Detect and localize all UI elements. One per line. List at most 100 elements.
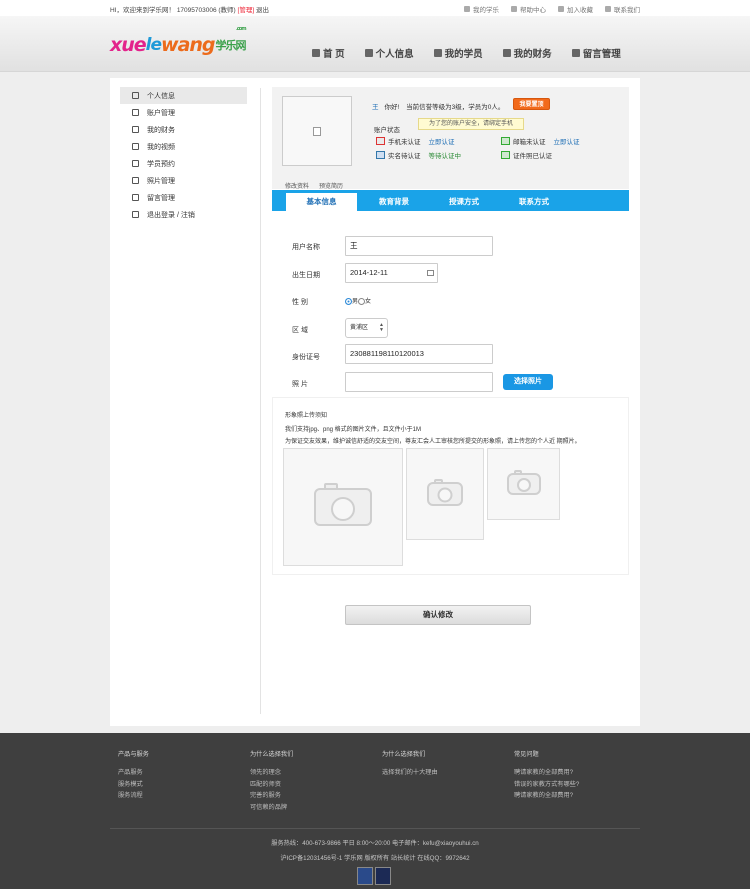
top-link-bookmark[interactable]: 加入收藏 — [558, 4, 593, 14]
idphoto-verify-icon — [501, 151, 510, 159]
level-text: 当前信誉等级为3级，学员为0人。 — [406, 104, 505, 111]
footer-link[interactable]: 错误的家教方式有哪些? — [514, 779, 579, 791]
footer-link[interactable]: 聘请家教的全部费用? — [514, 790, 579, 802]
photo-path-input[interactable] — [345, 372, 493, 392]
security-badge-icon[interactable] — [357, 867, 373, 885]
top-link-help[interactable]: 帮助中心 — [511, 4, 546, 14]
birth-date-input[interactable]: 2014-12-11 — [345, 263, 438, 283]
video-icon — [132, 143, 139, 150]
sidebar-item-messages[interactable]: 留言管理 — [120, 189, 247, 206]
phone-verification: 手机未认证 立即认证 — [376, 136, 455, 146]
username: 王 — [372, 104, 379, 111]
top-bar: HI，欢迎来到学乐网！ 17095703006 (教师) [管理] 退出 我的学… — [0, 0, 750, 16]
top-link-contact[interactable]: 联系我们 — [605, 4, 640, 14]
students-icon — [132, 160, 139, 167]
sidebar-item-photos[interactable]: 照片管理 — [120, 172, 247, 189]
site-logo[interactable]: xue le wang 学乐网 .com — [110, 26, 247, 60]
gender-female-radio[interactable] — [358, 297, 366, 305]
nav-home[interactable]: 首 页 — [312, 46, 345, 60]
camera-icon — [314, 483, 372, 526]
sidebar-item-appointments[interactable]: 学员预约 — [120, 155, 247, 172]
footer-link[interactable]: 服务模式 — [118, 779, 149, 791]
photo-upload-section: 形象照上传须知 我们支持jpg、png 格式的图片文件，且文件小于1M 为保证交… — [272, 397, 629, 575]
footer-link[interactable]: 可信赖的品牌 — [250, 802, 293, 814]
pencil-icon — [132, 126, 139, 133]
photo-label: 照 片 — [292, 381, 308, 388]
gender-options: 男女 — [345, 296, 371, 305]
realname-pending-status: 等待认证中 — [428, 153, 462, 160]
users-icon — [433, 49, 442, 57]
message-icon — [571, 49, 580, 57]
region-select[interactable]: 黄浦区 ▲ ▼ — [345, 318, 388, 338]
email-verify-icon — [501, 137, 510, 145]
realname-verification: 实名待认证 等待认证中 — [376, 150, 461, 160]
site-header: xue le wang 学乐网 .com 首 页 个人信息 我的学员 我的财务 留言管… — [0, 16, 750, 72]
footer-link[interactable]: 完善的服务 — [250, 790, 293, 802]
greeting-line: 王你好! 当前信誉等级为3级，学员为0人。 — [372, 101, 504, 111]
confirm-modify-button[interactable]: 确认修改 — [345, 605, 531, 625]
footer-divider — [110, 828, 640, 829]
photo-preview-medium — [406, 448, 484, 540]
profile-summary: 修改资料 预览简历 王你好! 当前信誉等级为3级，学员为0人。 我要置顶 账户状… — [272, 87, 629, 190]
help-icon — [511, 6, 517, 12]
nav-profile[interactable]: 个人信息 — [364, 46, 414, 60]
footer-link[interactable]: 领先的理念 — [250, 767, 293, 779]
envelope-icon — [132, 194, 139, 201]
choose-photo-button[interactable]: 选择照片 — [503, 374, 553, 390]
nav-students[interactable]: 我的学员 — [433, 46, 483, 60]
tab-contact[interactable]: 联系方式 — [504, 193, 564, 211]
sidebar-divider — [260, 88, 261, 714]
id-number-input[interactable]: 230881198110120013 — [345, 344, 493, 364]
photo-icon — [132, 177, 139, 184]
top-up-button[interactable]: 我要置顶 — [513, 98, 550, 110]
footer-col-faq: 常见问题 聘请家教的全部费用? 错误的家教方式有哪些? 聘请家教的全部费用? — [514, 749, 579, 802]
gender-male-radio[interactable] — [345, 297, 352, 305]
chevron-updown-icon: ▲ ▼ — [379, 322, 384, 333]
avatar[interactable] — [282, 96, 352, 166]
verify-phone-link[interactable]: 立即认证 — [429, 136, 455, 146]
verify-email-link[interactable]: 立即认证 — [554, 136, 580, 146]
footer-link[interactable]: 选择我们的十大理由 — [382, 767, 438, 779]
footer-link[interactable]: 匹配的师资 — [250, 779, 293, 791]
name-input[interactable]: 王 — [345, 236, 493, 256]
camera-icon — [427, 479, 463, 506]
sidebar-item-account[interactable]: 账户管理 — [120, 104, 247, 121]
nav-messages[interactable]: 留言管理 — [571, 46, 621, 60]
trust-badge-icon[interactable] — [375, 867, 391, 885]
footer-link[interactable]: 聘请家教的全部费用? — [514, 767, 579, 779]
tab-teaching-method[interactable]: 授课方式 — [434, 193, 494, 211]
phone-icon — [605, 6, 611, 12]
sidebar-item-videos[interactable]: 我的视频 — [120, 138, 247, 155]
edit-profile-link[interactable]: 修改资料 — [285, 181, 309, 190]
admin-link[interactable]: [管理] — [238, 7, 255, 14]
realname-verify-icon — [376, 151, 385, 159]
account-icon — [132, 109, 139, 116]
sidebar-item-profile[interactable]: 个人信息 — [120, 87, 247, 104]
tab-education[interactable]: 教育背景 — [364, 193, 424, 211]
nav-finance[interactable]: 我的财务 — [502, 46, 552, 60]
preview-resume-link[interactable]: 预览简历 — [319, 181, 343, 190]
upload-format-note: 我们支持jpg、png 格式的图片文件，且文件小于1M — [285, 427, 422, 433]
phone-verify-icon — [376, 137, 385, 145]
footer-service-line: 服务热线：400-673-9866 平日 8:00～20:00 电子邮件：kef… — [271, 840, 479, 847]
upload-review-note: 为保证交友效果，维护诚信舒适的交友空间，尊友汇会人工审核您所提交的形象照，请上传… — [285, 439, 581, 445]
footer-link[interactable]: 产品服务 — [118, 767, 149, 779]
calendar-icon[interactable] — [427, 270, 434, 276]
welcome-line: HI，欢迎来到学乐网！ 17095703006 (教师) [管理] 退出 — [110, 4, 269, 14]
sidebar: 个人信息 账户管理 我的财务 我的视频 学员预约 照片管理 留言管理 退出登录 … — [120, 87, 247, 223]
sidebar-item-logout[interactable]: 退出登录 / 注销 — [120, 206, 247, 223]
top-link-my-xuele[interactable]: 我的学乐 — [464, 4, 499, 14]
broken-image-icon — [313, 127, 321, 136]
footer-link[interactable]: 服务流程 — [118, 790, 149, 802]
birth-label: 出生日期 — [292, 272, 320, 279]
sidebar-item-finance[interactable]: 我的财务 — [120, 121, 247, 138]
footer-col-products: 产品与服务 产品服务 服务模式 服务流程 — [118, 749, 149, 802]
site-footer: 产品与服务 产品服务 服务模式 服务流程 为什么选择我们 领先的理念 匹配的师资… — [0, 733, 750, 889]
tab-basic-info[interactable]: 基本信息 — [286, 193, 357, 211]
upload-title: 形象照上传须知 — [285, 413, 328, 419]
main-nav: 首 页 个人信息 我的学员 我的财务 留言管理 — [312, 46, 621, 60]
profile-tabs: 基本信息 教育背景 授课方式 联系方式 — [272, 190, 629, 211]
user-icon — [132, 92, 139, 99]
bind-phone-tooltip: 为了您的账户安全，请绑定手机 — [418, 118, 524, 130]
logout-link[interactable]: 退出 — [256, 7, 269, 14]
